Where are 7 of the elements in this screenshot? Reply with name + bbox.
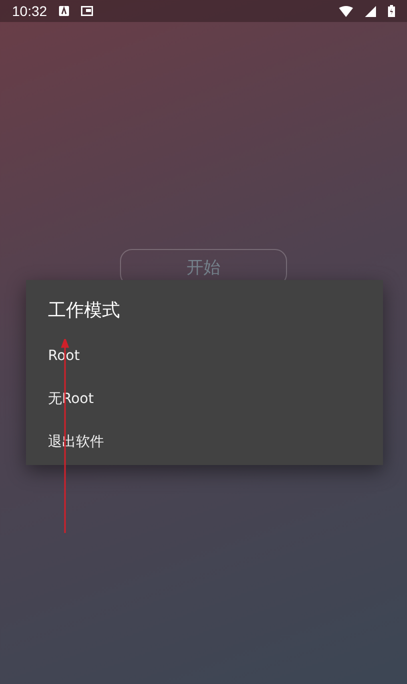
status-time: 10:32	[12, 3, 48, 19]
picture-in-picture-icon	[81, 6, 94, 16]
notification-icon	[59, 6, 70, 16]
wifi-icon	[339, 6, 353, 16]
battery-icon	[388, 5, 395, 17]
signal-icon	[365, 6, 376, 16]
dialog-title: 工作模式	[48, 299, 121, 322]
